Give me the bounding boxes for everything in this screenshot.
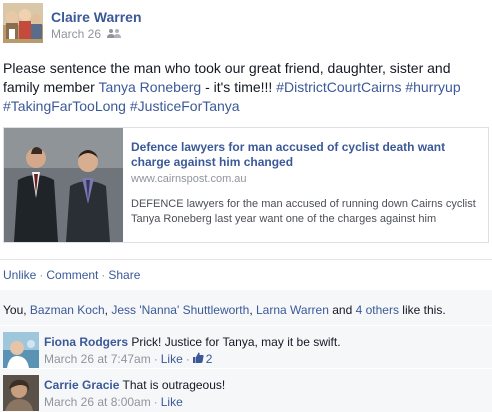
hashtag-link[interactable]: #hurryup	[405, 79, 460, 95]
hashtag-link[interactable]: #JusticeForTanya	[130, 98, 240, 114]
author-avatar[interactable]	[3, 3, 43, 43]
post-header: Claire Warren March 26	[3, 3, 483, 43]
likes-sep: and	[328, 303, 356, 317]
commenter-avatar[interactable]	[3, 375, 39, 411]
separator: ·	[153, 395, 158, 409]
tagged-person-link[interactable]: Tanya Roneberg	[98, 79, 201, 95]
comment: Carrie Gracie That is outrageous! March …	[0, 369, 492, 412]
shared-link-card[interactable]: Defence lawyers for man accused of cycli…	[3, 127, 489, 243]
comment-body: Carrie Gracie That is outrageous!	[44, 378, 225, 392]
comment-time[interactable]: March 26 at 7:47am	[44, 352, 151, 366]
shared-link-thumbnail[interactable]	[4, 128, 123, 242]
separator: ·	[39, 268, 44, 282]
comment-time[interactable]: March 26 at 8:00am	[44, 395, 151, 409]
hashtag-link[interactable]: #DistrictCourtCairns	[276, 79, 401, 95]
liker-link[interactable]: Jess 'Nanna' Shuttleworth	[111, 303, 249, 317]
comment-meta: March 26 at 8:00am · Like	[44, 395, 183, 409]
divider	[0, 259, 492, 260]
post-actions: Unlike · Comment · Share	[3, 268, 140, 282]
separator: ·	[185, 352, 190, 366]
comment-meta: March 26 at 7:47am · Like · 2	[44, 352, 212, 366]
comment-like-count[interactable]: 2	[192, 352, 213, 366]
author-name[interactable]: Claire Warren	[51, 9, 142, 25]
separator: ·	[153, 352, 158, 366]
comment-button[interactable]: Comment	[46, 268, 98, 282]
thumbs-up-icon	[192, 352, 204, 366]
like-count-value: 2	[205, 352, 213, 366]
separator: ·	[101, 268, 106, 282]
likes-sep: ,	[249, 303, 256, 317]
unlike-button[interactable]: Unlike	[3, 268, 36, 282]
friends-icon[interactable]	[107, 27, 122, 41]
post-text-part: - it's time!!!	[201, 79, 277, 95]
comment-text: Prick! Justice for Tanya, may it be swif…	[131, 335, 341, 349]
likes-you: You,	[3, 303, 30, 317]
hashtag-link[interactable]: #TakingFarTooLong	[3, 98, 126, 114]
shared-link-title[interactable]: Defence lawyers for man accused of cycli…	[131, 140, 476, 170]
post-text: Please sentence the man who took our gre…	[3, 59, 489, 116]
likes-others-link[interactable]: 4 others	[356, 303, 399, 317]
post-meta: March 26	[51, 27, 122, 41]
comment-body: Fiona Rodgers Prick! Justice for Tanya, …	[44, 335, 341, 349]
commenter-name[interactable]: Carrie Gracie	[44, 378, 119, 392]
liker-link[interactable]: Larna Warren	[256, 303, 329, 317]
shared-link-description: DEFENCE lawyers for the man accused of r…	[131, 198, 476, 225]
comment-like-button[interactable]: Like	[161, 352, 183, 366]
share-button[interactable]: Share	[108, 268, 140, 282]
likes-summary: You, Bazman Koch, Jess 'Nanna' Shuttlewo…	[3, 303, 446, 317]
comment: Fiona Rodgers Prick! Justice for Tanya, …	[0, 326, 492, 368]
shared-link-domain: www.cairnspost.com.au	[131, 173, 247, 185]
post-date[interactable]: March 26	[51, 27, 101, 41]
commenter-name[interactable]: Fiona Rodgers	[44, 335, 128, 349]
commenter-avatar[interactable]	[3, 332, 39, 368]
likes-suffix: like this.	[398, 303, 446, 317]
liker-link[interactable]: Bazman Koch	[30, 303, 105, 317]
comment-text: That is outrageous!	[122, 378, 226, 392]
comment-like-button[interactable]: Like	[161, 395, 183, 409]
